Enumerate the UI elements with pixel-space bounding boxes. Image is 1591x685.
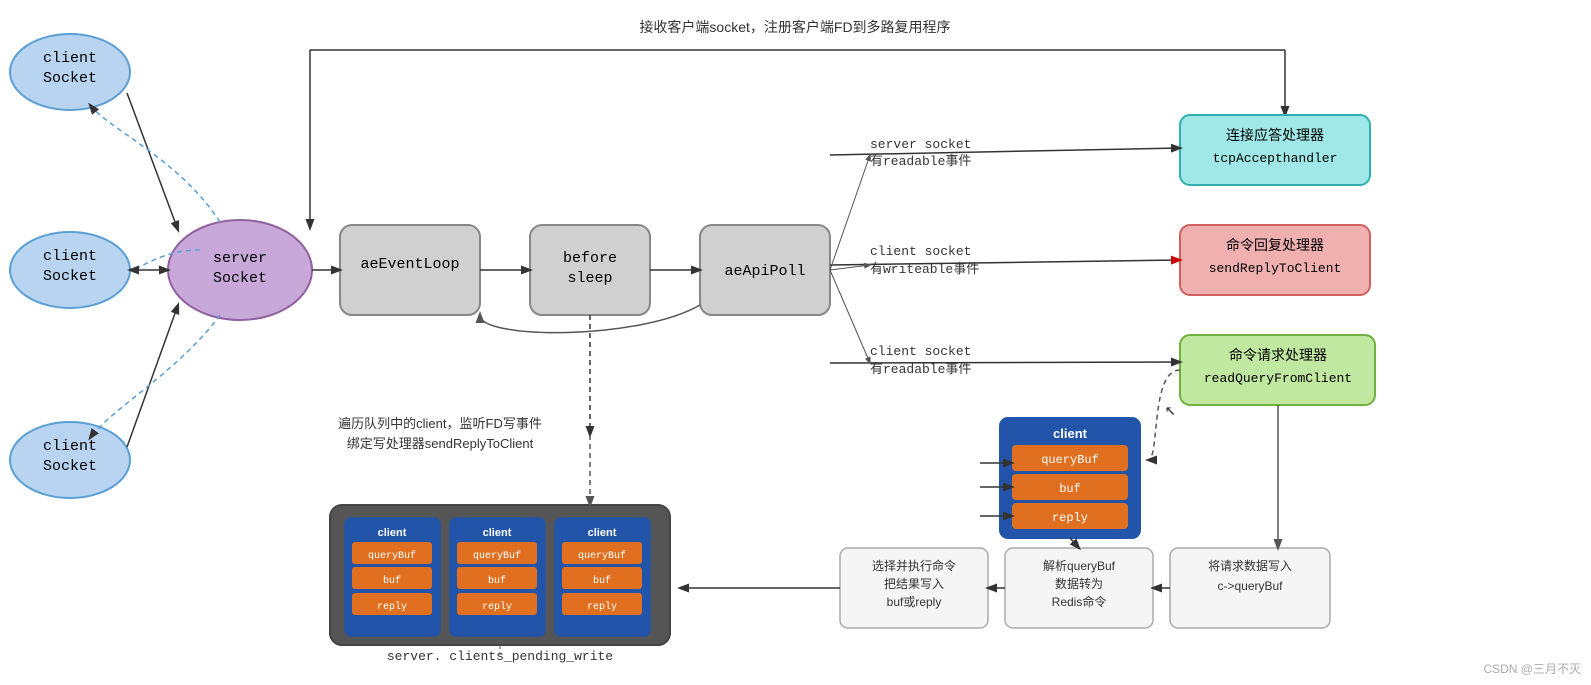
svg-text:Socket: Socket bbox=[43, 458, 97, 475]
svg-text:client socket: client socket bbox=[870, 244, 971, 259]
svg-text:server. clients_pending_write: server. clients_pending_write bbox=[387, 649, 613, 664]
svg-text:buf: buf bbox=[488, 575, 506, 587]
svg-text:sendReplyToClient: sendReplyToClient bbox=[1209, 261, 1342, 276]
svg-text:c->queryBuf: c->queryBuf bbox=[1217, 579, 1283, 593]
svg-text:buf: buf bbox=[1059, 482, 1081, 496]
svg-text:Socket: Socket bbox=[43, 70, 97, 87]
svg-text:aeEventLoop: aeEventLoop bbox=[360, 256, 459, 273]
svg-text:有readable事件: 有readable事件 bbox=[870, 154, 971, 169]
svg-text:client: client bbox=[43, 438, 97, 455]
svg-text:连接应答处理器: 连接应答处理器 bbox=[1226, 127, 1324, 143]
svg-text:命令请求处理器: 命令请求处理器 bbox=[1229, 347, 1327, 363]
svg-text:有readable事件: 有readable事件 bbox=[870, 362, 971, 377]
svg-text:绑定写处理器sendReplyToClient: 绑定写处理器sendReplyToClient bbox=[347, 436, 534, 451]
svg-text:接收客户端socket，注册客户端FD到多路复用程序: 接收客户端socket，注册客户端FD到多路复用程序 bbox=[639, 19, 950, 35]
svg-text:client: client bbox=[378, 527, 407, 539]
svg-text:数据转为: 数据转为 bbox=[1055, 576, 1103, 591]
svg-text:Redis命令: Redis命令 bbox=[1052, 594, 1107, 609]
svg-text:queryBuf: queryBuf bbox=[473, 550, 521, 562]
svg-text:buf或reply: buf或reply bbox=[887, 595, 942, 609]
svg-text:before: before bbox=[563, 250, 617, 267]
svg-text:将请求数据写入: 将请求数据写入 bbox=[1208, 558, 1292, 573]
svg-text:tcpAccepthandler: tcpAccepthandler bbox=[1213, 151, 1338, 166]
svg-text:client: client bbox=[1053, 426, 1088, 441]
svg-text:client: client bbox=[588, 527, 617, 539]
svg-text:server: server bbox=[213, 250, 267, 267]
svg-text:client: client bbox=[43, 248, 97, 265]
svg-text:选择并执行命令: 选择并执行命令 bbox=[872, 558, 956, 573]
svg-text:buf: buf bbox=[383, 575, 401, 587]
svg-text:遍历队列中的client，监听FD写事件: 遍历队列中的client，监听FD写事件 bbox=[338, 416, 542, 431]
svg-text:client: client bbox=[43, 50, 97, 67]
svg-text:queryBuf: queryBuf bbox=[1041, 453, 1099, 467]
svg-text:queryBuf: queryBuf bbox=[578, 550, 626, 562]
svg-text:reply: reply bbox=[1052, 511, 1088, 525]
svg-text:reply: reply bbox=[377, 601, 407, 613]
svg-text:client socket: client socket bbox=[870, 344, 971, 359]
svg-text:server socket: server socket bbox=[870, 137, 971, 152]
watermark: CSDN @三月不灭 bbox=[1483, 660, 1581, 677]
svg-text:reply: reply bbox=[482, 601, 512, 613]
svg-text:把结果写入: 把结果写入 bbox=[884, 577, 944, 591]
svg-text:命令回复处理器: 命令回复处理器 bbox=[1226, 237, 1324, 253]
svg-text:解析queryBuf: 解析queryBuf bbox=[1043, 559, 1116, 573]
svg-text:Socket: Socket bbox=[213, 270, 267, 287]
svg-text:reply: reply bbox=[587, 601, 617, 613]
svg-text:queryBuf: queryBuf bbox=[368, 550, 416, 562]
svg-text:aeApiPoll: aeApiPoll bbox=[724, 263, 805, 280]
svg-text:readQueryFromClient: readQueryFromClient bbox=[1204, 371, 1352, 386]
svg-text:sleep: sleep bbox=[567, 270, 612, 287]
svg-text:client: client bbox=[483, 527, 512, 539]
svg-text:buf: buf bbox=[593, 575, 611, 587]
svg-text:↖: ↖ bbox=[1165, 401, 1176, 421]
svg-text:Socket: Socket bbox=[43, 268, 97, 285]
